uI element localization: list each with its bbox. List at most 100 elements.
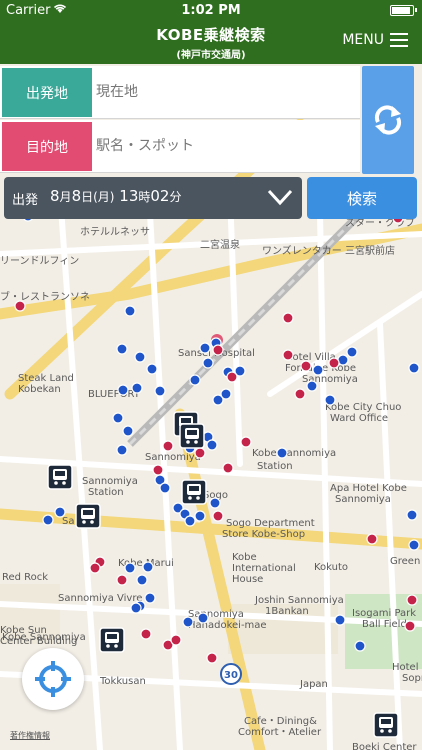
bus-stop-blue[interactable] xyxy=(130,602,142,614)
bus-stop-blue[interactable] xyxy=(136,574,148,586)
map-label: Tokkusan xyxy=(99,676,146,687)
bus-stop-red[interactable] xyxy=(282,312,294,324)
bus-stop-blue[interactable] xyxy=(159,482,171,494)
bus-stop-blue[interactable] xyxy=(182,616,194,628)
hour-unit: 時 xyxy=(138,190,151,204)
bus-stop-blue[interactable] xyxy=(220,388,232,400)
bus-stop-red[interactable] xyxy=(222,462,234,474)
map-label: Kobekan xyxy=(18,384,61,395)
bus-stop-red[interactable] xyxy=(212,510,224,522)
bus-stop-red[interactable] xyxy=(206,652,218,664)
bus-stop-red[interactable] xyxy=(14,300,26,312)
copyright-link[interactable]: 著作権情報 xyxy=(10,730,50,741)
bus-stop-blue[interactable] xyxy=(122,425,134,437)
bus-station-icon[interactable] xyxy=(75,503,101,529)
map-label: Store Kobe-Shop xyxy=(222,529,305,540)
bus-stop-red[interactable] xyxy=(300,360,312,372)
map-label: Kobe-Sannomiya xyxy=(252,448,336,459)
bus-stop-blue[interactable] xyxy=(117,384,129,396)
bus-stop-blue[interactable] xyxy=(276,447,288,459)
map-label: Steak Land xyxy=(18,373,74,384)
map-label: Sannomiya xyxy=(188,609,244,620)
map-label: Kobe xyxy=(232,552,257,563)
destination-input[interactable] xyxy=(96,132,351,160)
day-unit: 日 xyxy=(81,190,94,204)
bus-stop-red[interactable] xyxy=(89,562,101,574)
bus-stop-blue[interactable] xyxy=(354,640,366,652)
bus-station-icon[interactable] xyxy=(181,479,207,505)
bus-stop-blue[interactable] xyxy=(124,305,136,317)
map-label: Sopra Kob xyxy=(402,673,422,684)
bus-stop-blue[interactable] xyxy=(202,357,214,369)
bus-stop-blue[interactable] xyxy=(206,439,218,451)
bus-stop-blue[interactable] xyxy=(199,342,211,354)
bus-stop-blue[interactable] xyxy=(184,515,196,527)
bus-stop-blue[interactable] xyxy=(124,562,136,574)
bus-stop-red[interactable] xyxy=(116,574,128,586)
bus-station-icon[interactable] xyxy=(373,712,399,738)
bus-stop-blue[interactable] xyxy=(197,612,209,624)
bus-stop-blue[interactable] xyxy=(54,506,66,518)
bus-stop-red[interactable] xyxy=(328,357,340,369)
bus-stop-red[interactable] xyxy=(162,440,174,452)
bus-stop-blue[interactable] xyxy=(42,514,54,526)
bus-stop-red[interactable] xyxy=(240,436,252,448)
bus-stop-red[interactable] xyxy=(140,628,152,640)
weekday-value: (月) xyxy=(93,190,115,204)
bus-stop-red[interactable] xyxy=(282,349,294,361)
bus-stop-red[interactable] xyxy=(170,634,182,646)
day-value: 8 xyxy=(71,187,82,205)
bus-stop-blue[interactable] xyxy=(334,614,346,626)
status-time: 1:02 PM xyxy=(181,3,241,18)
map-label: Sannomiya xyxy=(82,476,138,487)
bus-station-icon[interactable] xyxy=(47,464,73,490)
bus-stop-blue[interactable] xyxy=(116,444,128,456)
bus-stop-blue[interactable] xyxy=(408,362,420,374)
bus-stop-blue[interactable] xyxy=(142,561,154,573)
map-label: Boeki Center xyxy=(352,742,417,750)
bus-stop-blue[interactable] xyxy=(189,374,201,386)
bus-station-icon[interactable] xyxy=(99,627,125,653)
origin-input[interactable] xyxy=(96,78,351,106)
menu-button[interactable]: MENU xyxy=(342,32,408,48)
bus-stop-blue[interactable] xyxy=(134,351,146,363)
swap-button[interactable] xyxy=(362,66,414,174)
search-button[interactable]: 検索 xyxy=(307,177,417,219)
map-label: Station xyxy=(257,461,293,472)
datetime-value: 8 月 8 日 (月) 13 時 02 分 xyxy=(50,187,182,205)
bus-station-icon[interactable] xyxy=(179,423,205,449)
minute-unit: 分 xyxy=(169,190,182,204)
map-label: リーンドルフィン xyxy=(0,256,79,267)
current-location-button[interactable] xyxy=(22,648,84,710)
datetime-selector[interactable]: 出発 8 月 8 日 (月) 13 時 02 分 xyxy=(4,177,302,219)
locate-icon xyxy=(35,661,71,697)
bus-stop-blue[interactable] xyxy=(154,385,166,397)
hour-value: 13 xyxy=(119,187,139,205)
bus-stop-blue[interactable] xyxy=(312,364,324,376)
bus-stop-blue[interactable] xyxy=(324,394,336,406)
map-label: Comfort・Atelier xyxy=(238,727,322,738)
bus-stop-red[interactable] xyxy=(294,388,306,400)
bus-stop-red[interactable] xyxy=(366,533,378,545)
bus-stop-blue[interactable] xyxy=(406,509,418,521)
bus-stop-blue[interactable] xyxy=(116,343,128,355)
bus-stop-blue[interactable] xyxy=(408,539,420,551)
bus-stop-blue[interactable] xyxy=(146,363,158,375)
bus-stop-red[interactable] xyxy=(152,464,164,476)
bus-stop-blue[interactable] xyxy=(112,412,124,424)
bus-stop-blue[interactable] xyxy=(209,497,221,509)
bus-stop-blue[interactable] xyxy=(346,346,358,358)
map-label: ブ・レストランソネ xyxy=(0,290,90,303)
map-label: Center Building xyxy=(0,636,77,647)
month-unit: 月 xyxy=(59,190,72,204)
bus-stop-red[interactable] xyxy=(404,620,416,632)
bus-stop-blue[interactable] xyxy=(194,510,206,522)
bus-stop-blue[interactable] xyxy=(131,382,143,394)
bus-stop-blue[interactable] xyxy=(144,592,156,604)
bus-stop-red[interactable] xyxy=(212,344,224,356)
bus-stop-red[interactable] xyxy=(226,371,238,383)
bus-stop-red[interactable] xyxy=(194,447,206,459)
map-label: Kobe Sun xyxy=(0,625,47,636)
bus-stop-blue[interactable] xyxy=(306,380,318,392)
bus-stop-red[interactable] xyxy=(406,594,418,606)
